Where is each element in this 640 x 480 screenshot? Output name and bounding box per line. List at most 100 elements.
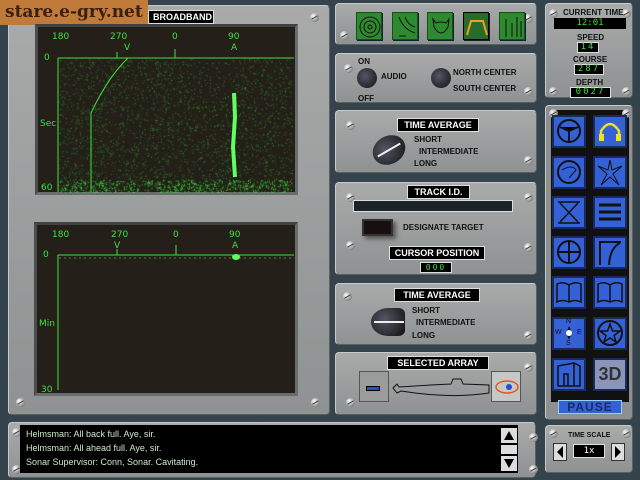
navigation-station-button[interactable]: N E S W bbox=[552, 317, 586, 350]
audio-on-label: ON bbox=[358, 57, 370, 66]
course-readout: 287 bbox=[574, 64, 604, 75]
option-intermediate[interactable]: INTERMEDIATE bbox=[416, 318, 475, 327]
bearing-label: 270 bbox=[111, 230, 128, 240]
scroll-down-button[interactable] bbox=[501, 456, 517, 471]
steering-wheel-icon bbox=[554, 117, 584, 146]
y-label: 30 bbox=[41, 385, 52, 395]
arrow-up-icon bbox=[501, 428, 517, 443]
message-line: Helmsman: All back full. Aye, sir. bbox=[26, 429, 155, 439]
option-short[interactable]: SHORT bbox=[414, 135, 442, 144]
bearing-label: 0 bbox=[173, 230, 179, 240]
speed-readout: 14 bbox=[577, 42, 599, 53]
plot-curve-icon bbox=[595, 238, 625, 267]
periscope-station-button[interactable] bbox=[552, 236, 586, 269]
pause-button[interactable]: PAUSE bbox=[558, 400, 622, 414]
time-average-knob[interactable] bbox=[371, 308, 405, 336]
depth-readout: 0027 bbox=[570, 87, 611, 98]
door-icon bbox=[554, 360, 584, 389]
menu-station-button[interactable] bbox=[593, 196, 627, 229]
y-label: Sec bbox=[40, 119, 56, 129]
array-center-toggle-switch[interactable] bbox=[431, 68, 451, 88]
arrow-down-icon bbox=[501, 456, 517, 471]
contact-trace-a bbox=[233, 93, 235, 177]
time-average-knob[interactable] bbox=[367, 129, 410, 170]
narrowband-axes bbox=[37, 225, 295, 393]
tma-station-button[interactable] bbox=[593, 236, 627, 269]
track-id-panel: TRACK I.D. DESIGNATE TARGET CURSOR POSIT… bbox=[335, 182, 537, 275]
audio-toggle-switch[interactable] bbox=[357, 68, 377, 88]
crosshair-icon bbox=[554, 238, 584, 267]
3d-label: 3D bbox=[595, 360, 625, 389]
esm-station-button[interactable] bbox=[593, 156, 627, 189]
screw bbox=[311, 398, 320, 407]
time-average-panel-narrowband: TIME AVERAGE SHORT INTERMEDIATE LONG bbox=[335, 283, 537, 345]
sonar-station-button[interactable] bbox=[593, 115, 627, 148]
message-line: Sonar Supervisor: Conn, Sonar. Cavitatin… bbox=[26, 457, 198, 467]
broadband-waterfall[interactable]: 180 270 0 90 V A 0 Sec 60 bbox=[35, 24, 298, 195]
radar-station-button[interactable] bbox=[552, 156, 586, 189]
devil-icon[interactable] bbox=[427, 12, 453, 40]
time-average-title: TIME AVERAGE bbox=[394, 288, 480, 302]
towed-array-button[interactable] bbox=[359, 371, 389, 402]
selected-array-title: SELECTED ARRAY bbox=[387, 356, 489, 370]
bearing-label: 90 bbox=[228, 32, 239, 42]
audio-off-label: OFF bbox=[358, 94, 374, 103]
bearing-label: 180 bbox=[52, 32, 69, 42]
compass-n: N bbox=[566, 318, 571, 325]
list-icon bbox=[595, 198, 625, 227]
bearing-label: 270 bbox=[110, 32, 127, 42]
cursor-position-readout: 000 bbox=[420, 262, 452, 273]
journal-station-button[interactable] bbox=[593, 276, 627, 309]
marker-a: A bbox=[232, 241, 238, 251]
weapons-station-button[interactable] bbox=[552, 196, 586, 229]
screw bbox=[16, 398, 25, 407]
compass-w: W bbox=[555, 329, 562, 336]
open-book-icon bbox=[554, 278, 584, 307]
contact-trace-v bbox=[91, 58, 128, 192]
helm-station-button[interactable] bbox=[552, 115, 586, 148]
option-short[interactable]: SHORT bbox=[412, 306, 440, 315]
broadband-axes bbox=[38, 27, 295, 192]
marker-v: V bbox=[124, 43, 130, 53]
mission-station-button[interactable] bbox=[593, 317, 627, 350]
scroll-up-button[interactable] bbox=[501, 428, 517, 443]
audio-label: AUDIO bbox=[381, 72, 407, 81]
option-long[interactable]: LONG bbox=[414, 159, 437, 168]
sonar-rings-icon[interactable] bbox=[356, 12, 382, 40]
headphones-icon bbox=[595, 117, 625, 146]
track-id-field bbox=[353, 200, 513, 212]
book-icon bbox=[595, 278, 625, 307]
sphere-array-button[interactable] bbox=[491, 371, 521, 402]
y-label: 0 bbox=[43, 250, 49, 260]
ship-status-panel: CURRENT TIME 12:01 SPEED 14 COURSE 287 D… bbox=[545, 3, 633, 98]
broadband-title: BROADBAND bbox=[148, 10, 214, 24]
star-icon bbox=[595, 319, 625, 348]
compass-e: E bbox=[577, 329, 582, 336]
speed-label: SPEED bbox=[577, 33, 604, 42]
option-intermediate[interactable]: INTERMEDIATE bbox=[419, 147, 478, 156]
screw bbox=[310, 13, 319, 22]
designate-target-button[interactable] bbox=[362, 219, 393, 236]
arrow-right-icon bbox=[612, 444, 624, 460]
scrollbar-thumb[interactable] bbox=[501, 445, 517, 454]
option-long[interactable]: LONG bbox=[412, 331, 435, 340]
burst-icon bbox=[595, 158, 625, 187]
submarine-icon bbox=[391, 375, 491, 405]
narrowband-waterfall[interactable]: 180 270 0 90 V A 0 Min 30 bbox=[34, 222, 298, 396]
compass-s: S bbox=[566, 340, 571, 347]
gauge-icon bbox=[554, 158, 584, 187]
bearing-label: 0 bbox=[172, 32, 178, 42]
time-scale-decrease-button[interactable] bbox=[553, 443, 567, 461]
waterfall-bars-icon[interactable] bbox=[499, 12, 525, 40]
broadband-icon[interactable] bbox=[463, 12, 489, 40]
crossing-lines-icon bbox=[554, 198, 584, 227]
message-line: Helmsman: All ahead full. Aye, sir. bbox=[26, 443, 161, 453]
time-scale-panel: TIME SCALE 1x bbox=[545, 425, 633, 473]
sonar-wave-icon[interactable] bbox=[392, 12, 418, 40]
depth-label: DEPTH bbox=[576, 78, 603, 87]
exit-station-button[interactable] bbox=[552, 358, 586, 391]
manual-station-button[interactable] bbox=[552, 276, 586, 309]
marker-a: A bbox=[231, 43, 237, 53]
time-scale-increase-button[interactable] bbox=[611, 443, 625, 461]
3d-view-button[interactable]: 3D bbox=[593, 358, 627, 391]
